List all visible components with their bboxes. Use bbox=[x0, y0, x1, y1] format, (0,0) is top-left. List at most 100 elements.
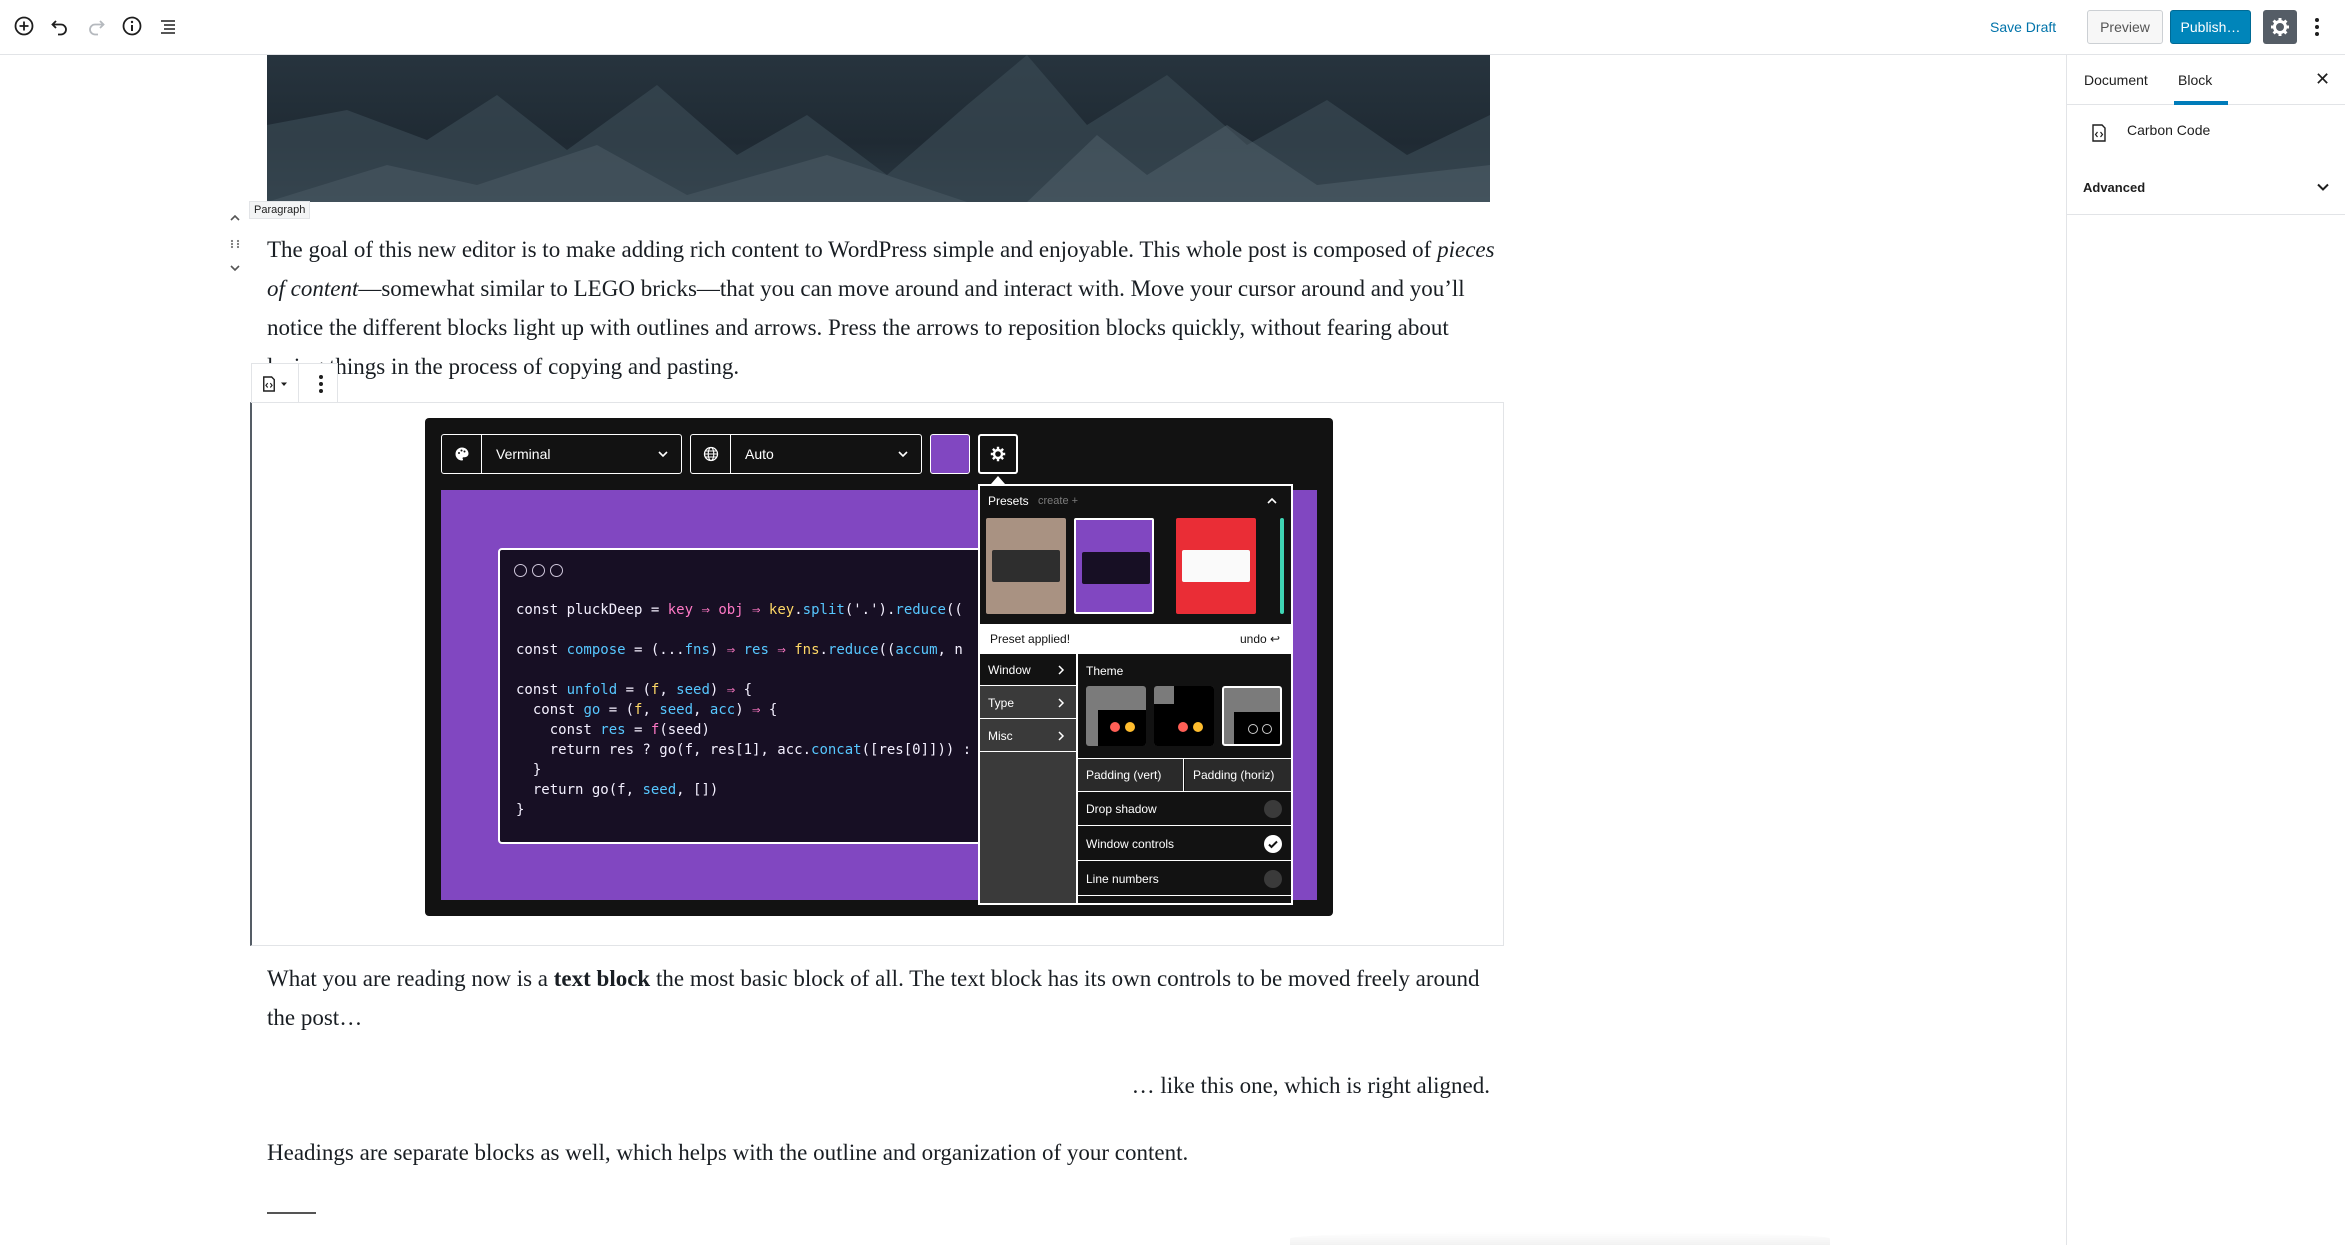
padding-vertical-input[interactable]: Padding (vert) bbox=[1078, 759, 1184, 791]
menu-item-type[interactable]: Type bbox=[980, 687, 1076, 719]
padding-controls: Padding (vert) Padding (horiz) bbox=[1078, 758, 1291, 792]
tab-document[interactable]: Document bbox=[2084, 55, 2148, 105]
settings-button[interactable] bbox=[2263, 10, 2297, 44]
code-line: const unfold = (f, seed) ⇒ { bbox=[516, 682, 753, 698]
menu-item-window[interactable]: Window bbox=[980, 654, 1076, 686]
code-line: } bbox=[516, 762, 542, 778]
code-line: const go = (f, seed, acc) ⇒ { bbox=[516, 702, 778, 718]
carbon-editor: Verminal Auto const pluckDeep = key ⇒ ob… bbox=[425, 418, 1333, 916]
more-options-icon[interactable] bbox=[2307, 12, 2327, 42]
code-line: return go(f, seed, []) bbox=[516, 782, 719, 798]
toggle-off-icon bbox=[1264, 800, 1282, 818]
popover-caret bbox=[991, 476, 1005, 484]
presets-scrollbar[interactable] bbox=[1280, 518, 1284, 614]
chevron-right-icon bbox=[1058, 698, 1065, 708]
paragraph-block-label: Paragraph bbox=[249, 201, 311, 219]
checkmark-icon bbox=[1264, 835, 1282, 853]
code-line: const pluckDeep = key ⇒ obj ⇒ key.split(… bbox=[516, 602, 963, 618]
info-icon[interactable] bbox=[119, 13, 145, 39]
block-more-options-icon[interactable] bbox=[311, 374, 331, 394]
undo-icon[interactable] bbox=[47, 13, 73, 39]
gear-icon bbox=[990, 446, 1006, 462]
carbon-settings-button[interactable] bbox=[978, 434, 1018, 474]
paragraph-text: The goal of this new editor is to make a… bbox=[267, 237, 1438, 262]
tab-block[interactable]: Block bbox=[2178, 55, 2212, 105]
add-block-icon[interactable] bbox=[11, 13, 37, 39]
theme-select[interactable]: Verminal bbox=[441, 434, 682, 474]
chevron-right-icon bbox=[1058, 665, 1065, 675]
menu-item-label: Type bbox=[988, 696, 1015, 710]
code-line: const res = f(seed) bbox=[516, 722, 710, 738]
window-theme-option-selected[interactable] bbox=[1222, 686, 1282, 746]
block-type-switcher[interactable] bbox=[262, 374, 292, 394]
block-navigation-icon[interactable] bbox=[155, 13, 181, 39]
code-line: } bbox=[516, 802, 525, 818]
palette-icon bbox=[442, 435, 482, 473]
paragraph-bold-text: text block bbox=[553, 966, 651, 991]
bottom-shadow bbox=[1290, 1232, 1830, 1245]
paragraph-text: —somewhat similar to LEGO bricks—that yo… bbox=[267, 276, 1465, 379]
preset-applied-bar: Preset applied! undo ↩ bbox=[980, 624, 1291, 654]
window-theme-option[interactable] bbox=[1086, 686, 1146, 746]
undo-preset-link[interactable]: undo ↩ bbox=[1240, 632, 1280, 646]
editor-toolbar: Save Draft Preview Publish… bbox=[0, 0, 2345, 55]
globe-icon bbox=[691, 435, 731, 473]
preview-button[interactable]: Preview bbox=[2087, 10, 2163, 44]
window-controls-toggle[interactable]: Window controls bbox=[1078, 827, 1291, 861]
window-theme-option[interactable] bbox=[1154, 686, 1214, 746]
menu-item-misc[interactable]: Misc bbox=[980, 720, 1076, 752]
code-line: return res ? go(f, res[1], acc.concat([r… bbox=[516, 742, 972, 758]
advanced-panel-toggle[interactable]: Advanced bbox=[2067, 163, 2345, 215]
paragraph-block[interactable]: Headings are separate blocks as well, wh… bbox=[267, 1133, 1497, 1172]
presets-header[interactable]: Presets create + bbox=[980, 486, 1291, 516]
chevron-right-icon bbox=[1058, 731, 1065, 741]
caret-down-icon bbox=[281, 382, 287, 386]
language-select[interactable]: Auto bbox=[690, 434, 922, 474]
chevron-up-icon bbox=[1267, 497, 1277, 504]
padding-horizontal-input[interactable]: Padding (horiz) bbox=[1185, 759, 1291, 791]
line-numbers-toggle[interactable]: Line numbers bbox=[1078, 862, 1291, 896]
chevron-down-icon bbox=[2317, 183, 2329, 191]
preset-thumbnail[interactable] bbox=[986, 518, 1066, 614]
sidebar-tabs: Document Block ✕ bbox=[2067, 55, 2345, 105]
active-tab-indicator bbox=[2174, 101, 2228, 105]
paragraph-block[interactable]: The goal of this new editor is to make a… bbox=[267, 230, 1497, 386]
close-icon[interactable]: ✕ bbox=[2315, 69, 2330, 90]
presets-title: Presets bbox=[988, 494, 1029, 508]
mountain-image bbox=[267, 55, 1490, 202]
menu-item-label: Misc bbox=[988, 729, 1013, 743]
menu-item-label: Window bbox=[988, 663, 1031, 677]
toggle-label: Window controls bbox=[1086, 837, 1175, 851]
window-control-minimize-icon bbox=[532, 564, 545, 577]
toggle-off-icon bbox=[1264, 870, 1282, 888]
carbon-code-block-icon bbox=[263, 376, 275, 392]
save-draft-button[interactable]: Save Draft bbox=[1990, 14, 2056, 40]
drag-handle-icon[interactable] bbox=[226, 235, 244, 253]
preset-thumbnail[interactable] bbox=[1176, 518, 1256, 614]
right-aligned-paragraph[interactable]: … like this one, which is right aligned. bbox=[267, 1066, 1490, 1105]
move-up-icon[interactable] bbox=[226, 209, 244, 227]
preset-thumbnail[interactable] bbox=[1074, 518, 1154, 614]
paragraph-text: What you are reading now is a bbox=[267, 966, 554, 991]
drop-shadow-toggle[interactable]: Drop shadow bbox=[1078, 792, 1291, 826]
window-theme-label: Theme bbox=[1086, 664, 1124, 678]
theme-select-value: Verminal bbox=[496, 446, 551, 462]
redo-icon[interactable] bbox=[83, 13, 109, 39]
carbon-settings-panel: Presets create + Preset applied! undo ↩ … bbox=[978, 484, 1293, 905]
language-select-value: Auto bbox=[745, 446, 774, 462]
move-down-icon[interactable] bbox=[226, 259, 244, 277]
publish-button[interactable]: Publish… bbox=[2170, 10, 2251, 44]
block-card-title: Carbon Code bbox=[2127, 122, 2211, 138]
toggle-label: Line numbers bbox=[1086, 872, 1159, 886]
settings-menu: Window Type Misc bbox=[980, 654, 1078, 903]
separator-block[interactable] bbox=[267, 1212, 316, 1214]
paragraph-block[interactable]: What you are reading now is a text block… bbox=[267, 959, 1497, 1037]
window-control-maximize-icon bbox=[550, 564, 563, 577]
gear-icon bbox=[2271, 18, 2289, 36]
presets-create-link[interactable]: create + bbox=[1038, 495, 1078, 507]
chevron-down-icon bbox=[898, 451, 908, 458]
chevron-down-icon bbox=[658, 451, 668, 458]
background-color-swatch[interactable] bbox=[930, 434, 970, 474]
code-line: const compose = (...fns) ⇒ res ⇒ fns.red… bbox=[516, 642, 963, 658]
code-window[interactable]: const pluckDeep = key ⇒ obj ⇒ key.split(… bbox=[498, 548, 998, 844]
